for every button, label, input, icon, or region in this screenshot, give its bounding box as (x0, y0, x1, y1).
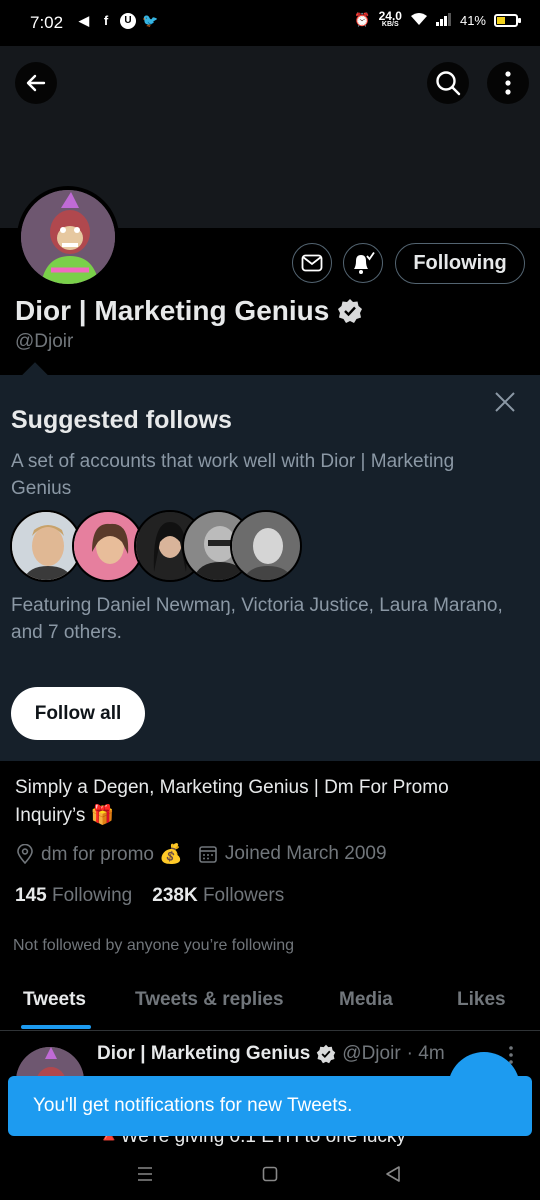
following-count-link[interactable]: 145 Following (15, 885, 132, 907)
facebook-icon: f (103, 13, 109, 28)
close-icon (495, 392, 515, 412)
notification-icons: ◀ f U 🐦 (76, 13, 158, 29)
verified-badge-icon (317, 1044, 336, 1064)
menu-icon (138, 1167, 152, 1181)
tab-tweets-replies[interactable]: Tweets & replies (135, 989, 284, 1011)
u-icon: U (120, 13, 136, 29)
back-nav-button[interactable] (381, 1162, 405, 1186)
profile-name-row: Dior | Marketing Genius (15, 295, 363, 327)
tweet-header: Dior | Marketing Genius @Djoir · 4m (97, 1043, 445, 1065)
square-icon (262, 1166, 278, 1182)
data-speed-unit: KB/S (381, 21, 399, 28)
data-speed: 24.0 KB/S (378, 9, 402, 29)
followers-count-link[interactable]: 238K Followers (152, 885, 284, 907)
message-button[interactable] (292, 243, 332, 283)
envelope-icon (301, 254, 323, 272)
signal-icon (435, 12, 452, 29)
notifications-button[interactable] (343, 243, 383, 283)
android-nav-bar (0, 1148, 540, 1200)
calendar-icon (199, 846, 217, 863)
telegram-icon: ◀ (79, 13, 89, 28)
wifi-icon (410, 12, 428, 29)
followers-label: Followers (202, 885, 285, 906)
tab-tweets[interactable]: Tweets (23, 989, 86, 1011)
suggested-avatars[interactable] (10, 510, 310, 582)
location-pin-icon (17, 844, 33, 864)
tweet-author-name[interactable]: Dior | Marketing Genius (97, 1043, 310, 1065)
suggested-title: Suggested follows (11, 406, 232, 434)
following-count: 145 (15, 885, 47, 906)
profile-name: Dior | Marketing Genius (15, 295, 330, 326)
tab-media[interactable]: Media (339, 989, 393, 1011)
tab-likes[interactable]: Likes (457, 989, 506, 1011)
bell-check-icon (354, 251, 375, 274)
close-suggested-button[interactable] (491, 388, 519, 416)
profile-bio: Simply a Degen, Marketing Genius | Dm Fo… (15, 777, 449, 826)
not-followed-text: Not followed by anyone you’re following (13, 937, 295, 954)
following-label: Following (51, 885, 133, 906)
arrow-left-icon (26, 74, 46, 92)
battery-percent: 41% (459, 12, 486, 28)
profile-meta: dm for promo 💰 Joined March 2009 (17, 842, 403, 866)
data-speed-value: 24.0 (378, 9, 402, 23)
battery-icon (494, 13, 521, 27)
more-vertical-icon (505, 71, 511, 95)
profile-tabs: Tweets Tweets & replies Media Likes (0, 975, 540, 1031)
verified-badge-icon (338, 299, 363, 323)
followers-count: 238K (152, 885, 198, 906)
status-right: ⏰ 24.0 KB/S 41% (354, 9, 521, 29)
suggested-description: A set of accounts that work well with Di… (11, 451, 455, 499)
recent-apps-button[interactable] (133, 1162, 157, 1186)
alarm-icon: ⏰ (354, 12, 371, 27)
search-icon (436, 71, 461, 96)
status-bar: 7:02 ◀ f U 🐦 ⏰ 24.0 KB/S 41% (0, 0, 540, 46)
search-button[interactable] (427, 62, 469, 104)
back-button[interactable] (15, 62, 57, 104)
status-time: 7:02 (30, 13, 64, 32)
avatar (230, 510, 302, 582)
location-item: dm for promo 💰 (17, 842, 183, 866)
profile-avatar[interactable] (17, 186, 119, 288)
ape-avatar-image (21, 190, 115, 284)
following-button[interactable]: Following (395, 243, 525, 284)
tweet-author-handle: @Djoir (342, 1043, 401, 1064)
follow-all-button[interactable]: Follow all (11, 687, 145, 740)
profile-handle: @Djoir (15, 331, 74, 352)
active-tab-indicator (21, 1025, 91, 1029)
more-button[interactable] (487, 62, 529, 104)
twitter-icon: 🐦 (142, 13, 159, 28)
triangle-back-icon (386, 1166, 400, 1182)
suggested-featuring: Featuring Daniel Newmaŋ, Victoria Justic… (11, 595, 503, 643)
home-button[interactable] (258, 1162, 282, 1186)
follow-counts: 145 Following 238K Followers (15, 885, 284, 907)
tweet-time: · 4m (406, 1043, 445, 1064)
card-pointer (22, 362, 48, 388)
notification-toast: You'll get notifications for new Tweets. (8, 1076, 532, 1136)
location-text: dm for promo 💰 (41, 844, 183, 865)
joined-text: Joined March 2009 (224, 843, 387, 864)
joined-item: Joined March 2009 (199, 843, 387, 865)
